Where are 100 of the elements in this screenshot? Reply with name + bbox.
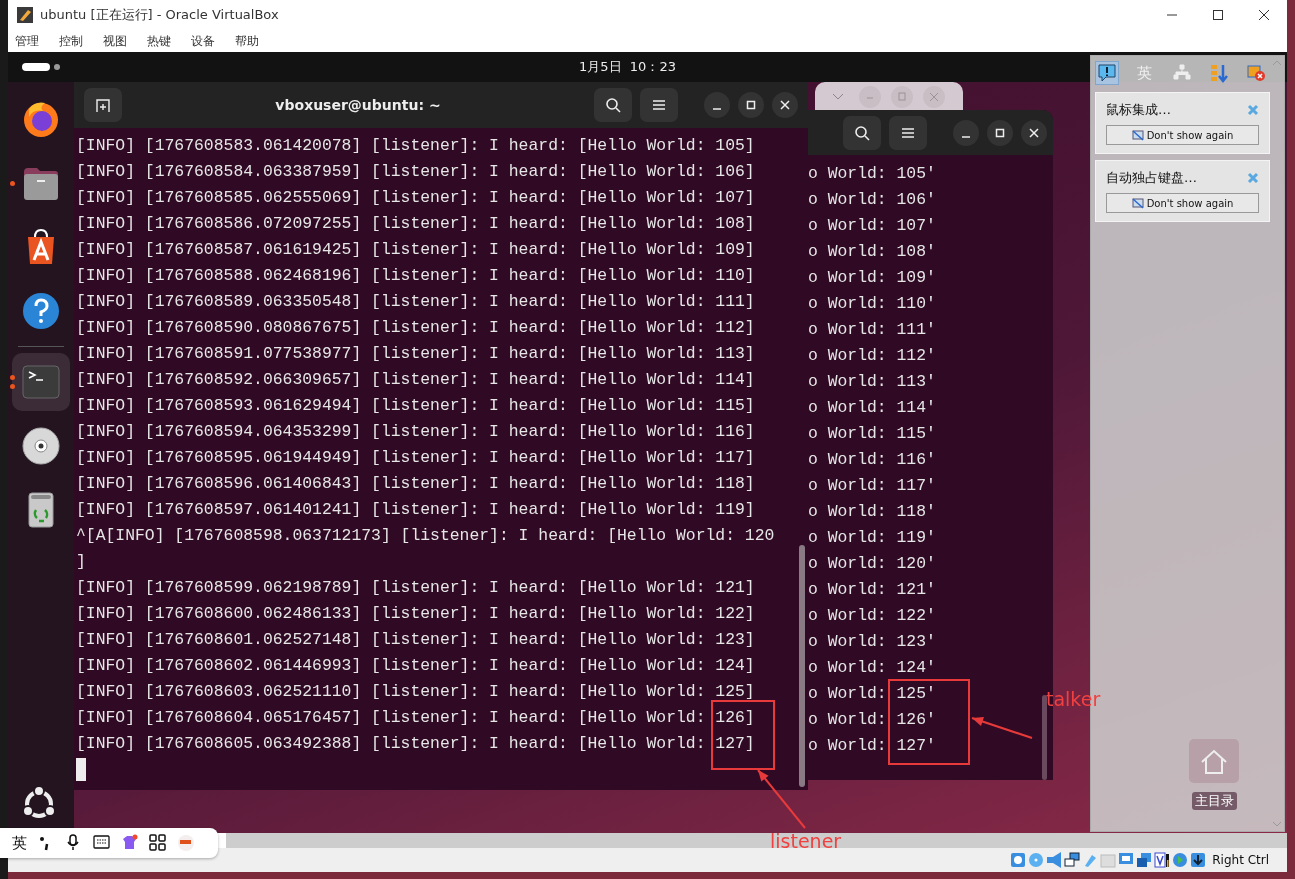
maximize-icon — [896, 91, 908, 103]
minimize-button[interactable] — [704, 92, 730, 118]
menu-button[interactable] — [889, 115, 927, 150]
menu-button[interactable] — [640, 88, 678, 122]
terminal-line: o World: 114' — [808, 397, 936, 419]
search-button[interactable] — [843, 115, 881, 150]
desktop-icon-label[interactable]: 主目录 — [1191, 792, 1237, 810]
close-button[interactable] — [1021, 119, 1047, 146]
terminal-line: ] — [76, 551, 86, 573]
clock[interactable]: 1月5日 10：23 — [579, 58, 676, 76]
stop-icon — [1131, 197, 1144, 209]
terminal-line: [INFO] [1767608594.064353299] [listener]: I heard: [Hello World: 116] — [76, 421, 755, 443]
menu-item[interactable]: 帮助 — [232, 32, 266, 50]
network-icon — [1064, 852, 1081, 868]
terminal-line: o World: 123' — [808, 631, 936, 653]
terminal-line: o World: 118' — [808, 501, 936, 523]
notification-text: 自动独占键盘… — [1106, 169, 1197, 187]
close-icon — [1258, 9, 1270, 21]
terminal-line: o World: 109' — [808, 267, 936, 289]
terminal-line: o World: 124' — [808, 657, 936, 679]
dont-show-again-button[interactable]: Don't show again — [1106, 125, 1259, 145]
host-key-label: Right Ctrl — [1212, 853, 1269, 867]
terminal-line: o World: 105' — [808, 163, 936, 185]
window-title: vboxuser@ubuntu: ~ — [274, 97, 442, 113]
help-icon — [21, 291, 61, 331]
caret-icon — [832, 93, 844, 101]
terminal-line: [INFO] [1767608601.062527148] [listener]: I heard: [Hello World: 123] — [76, 629, 755, 651]
terminal-line: [INFO] [1767608600.062486133] [listener]: I heard: [Hello World: 122] — [76, 603, 755, 625]
new-tab-icon — [95, 97, 111, 113]
terminal-line: [INFO] [1767608585.062555069] [listener]: I heard: [Hello World: 107] — [76, 187, 755, 209]
grid-icon — [149, 834, 167, 852]
close-icon — [1028, 126, 1040, 139]
menu-icon — [901, 126, 915, 139]
grid-button[interactable] — [149, 834, 167, 852]
maximize-button[interactable] — [738, 92, 764, 118]
disc-icon — [1028, 852, 1045, 868]
terminal-line: [INFO] [1767608596.061406843] [listener]: I heard: [Hello World: 118] — [76, 473, 755, 495]
terminal-line: o World: 126' — [808, 709, 936, 731]
input-mode-button[interactable]: 英 — [12, 833, 27, 853]
terminal-line: [INFO] [1767608583.061420078] [listener]: I heard: [Hello World: 105] — [76, 135, 755, 157]
panel-tab[interactable] — [1095, 61, 1119, 85]
terminal-line: [INFO] [1767608593.061629494] [listener]: I heard: [Hello World: 115] — [76, 395, 755, 417]
terminal-line: [INFO] [1767608597.061401241] [listener]: I heard: [Hello World: 119] — [76, 499, 755, 521]
terminal-line: o World: 121' — [808, 579, 936, 601]
capture-arrow-icon — [1190, 852, 1207, 868]
scroll-down-icon — [1272, 821, 1282, 827]
minimize-icon — [713, 108, 721, 110]
network-icon — [1171, 63, 1192, 83]
shirt-icon — [121, 834, 139, 852]
terminal-line: [INFO] [1767608605.063492388] [listener]: I heard: [Hello World: 127] — [76, 733, 755, 755]
minimize-button[interactable] — [953, 119, 979, 146]
terminal-line: o World: 116' — [808, 449, 936, 471]
terminal-line: o World: 112' — [808, 345, 936, 367]
close-icon — [1247, 104, 1259, 116]
menu-item[interactable]: 管理 — [12, 32, 46, 50]
terminal-line: [INFO] [1767608586.072097255] [listener]: I heard: [Hello World: 108] — [76, 213, 755, 235]
highlight-box — [711, 700, 775, 770]
app-icon — [16, 6, 34, 24]
scrollbar[interactable] — [799, 545, 805, 787]
terminal-line: o World: 125' — [808, 683, 936, 705]
menu-icon — [652, 99, 666, 111]
scrollbar[interactable] — [1042, 695, 1047, 780]
terminal-line: o World: 106' — [808, 189, 936, 211]
shared-folder-icon — [1100, 852, 1117, 868]
terminal-line: o World: 119' — [808, 527, 936, 549]
search-icon — [854, 124, 870, 141]
horizontal-scrollbar[interactable] — [226, 833, 1287, 848]
close-icon — [928, 91, 940, 103]
terminal-line: [INFO] [1767608603.062521110] [listener]: I heard: [Hello World: 125] — [76, 681, 755, 703]
terminal-line: [INFO] [1767608592.066309657] [listener]: I heard: [Hello World: 114] — [76, 369, 755, 391]
terminal-line: o World: 110' — [808, 293, 936, 315]
menu-item[interactable]: 热键 — [144, 32, 178, 50]
close-icon — [779, 99, 791, 111]
close-button[interactable] — [772, 92, 798, 118]
home-folder-icon — [1188, 738, 1240, 784]
keyboard-icon — [93, 834, 111, 852]
terminal-line: o World: 127' — [808, 735, 936, 757]
usb-icon — [1082, 852, 1099, 868]
keyboard-button[interactable] — [93, 834, 111, 852]
terminal-icon — [21, 362, 61, 402]
new-tab-button[interactable] — [84, 88, 122, 122]
menu-item[interactable]: 控制 — [56, 32, 90, 50]
maximize-button[interactable] — [987, 119, 1013, 146]
terminal-line: [INFO] [1767608599.062198789] [listener]: I heard: [Hello World: 121] — [76, 577, 755, 599]
terminal-line: o World: 107' — [808, 215, 936, 237]
annotation-label: listener — [770, 830, 842, 852]
maximize-icon — [994, 126, 1006, 139]
menu-item[interactable]: 视图 — [100, 32, 134, 50]
search-button[interactable] — [594, 88, 632, 122]
stop-icon — [1131, 129, 1144, 141]
menu-item[interactable]: 设备 — [188, 32, 222, 50]
dont-show-again-button[interactable]: Don't show again — [1106, 193, 1259, 213]
workspace-indicator-icon — [22, 63, 62, 71]
notification-text: 鼠标集成… — [1106, 101, 1171, 119]
terminal-line: [INFO] [1767608587.061619425] [listener]: I heard: [Hello World: 109] — [76, 239, 755, 261]
maximize-icon — [1212, 9, 1224, 21]
terminal-line: [INFO] [1767608590.080867675] [listener]: I heard: [Hello World: 112] — [76, 317, 755, 339]
shirt-button[interactable] — [121, 834, 139, 852]
guest-additions-icon — [1172, 852, 1189, 868]
terminal-line: o World: 117' — [808, 475, 936, 497]
